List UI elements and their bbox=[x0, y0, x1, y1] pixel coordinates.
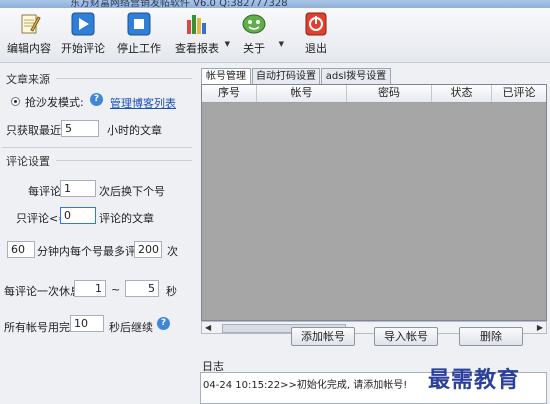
about-icon bbox=[242, 14, 266, 34]
add-account-button[interactable]: 添加帐号 bbox=[291, 327, 355, 346]
toolbar-label: 停止工作 bbox=[117, 42, 161, 55]
all-used-suffix: 秒后继续 bbox=[109, 321, 153, 334]
manage-blog-list-link[interactable]: 管理博客列表 bbox=[110, 95, 176, 111]
column-header-status[interactable]: 状态 bbox=[432, 85, 492, 102]
all-used-label: 所有帐号用完 bbox=[4, 321, 70, 334]
column-header-commented[interactable]: 已评论 bbox=[492, 85, 546, 102]
tab-adsl-settings[interactable]: adsl拨号设置 bbox=[321, 68, 391, 84]
log-line: 04-24 10:15:22>>初始化完成, 请添加帐号! bbox=[203, 380, 408, 391]
minutes-label: 分钟内每个号最多评论 bbox=[37, 245, 147, 258]
tab-accounts[interactable]: 帐号管理 bbox=[201, 68, 251, 85]
max-comments-input[interactable]: 200 bbox=[134, 241, 162, 258]
column-header-index[interactable]: 序号 bbox=[202, 85, 257, 102]
import-account-button[interactable]: 导入帐号 bbox=[374, 327, 438, 346]
exit-icon bbox=[305, 12, 327, 36]
divider bbox=[56, 160, 192, 161]
table-header: 序号 帐号 密码 状态 已评论 bbox=[202, 85, 546, 103]
accounts-table[interactable]: 序号 帐号 密码 状态 已评论 bbox=[201, 84, 547, 321]
divider bbox=[56, 78, 192, 79]
toolbar: 编辑内容 开始评论 停止工作 查看报表 ▼ 关于 ▼ 退出 bbox=[0, 8, 550, 63]
rest-unit: 秒 bbox=[166, 285, 177, 298]
only-comment-input[interactable]: 0 bbox=[60, 207, 96, 224]
chevron-down-icon[interactable]: ▼ bbox=[225, 40, 230, 48]
every-comment-input[interactable]: 1 bbox=[60, 180, 96, 197]
fetch-hours-suffix: 小时的文章 bbox=[107, 124, 162, 137]
fetch-recent-label: 只获取最近 bbox=[6, 124, 61, 137]
start-comment-button[interactable]: 开始评论 bbox=[60, 12, 106, 60]
only-comment-suffix: 评论的文章 bbox=[99, 212, 154, 225]
stop-icon bbox=[127, 12, 151, 36]
toolbar-label: 编辑内容 bbox=[7, 42, 51, 55]
all-used-input[interactable]: 10 bbox=[70, 315, 104, 332]
grab-sofa-radio[interactable] bbox=[11, 97, 20, 106]
scroll-left-icon[interactable]: ◀ bbox=[205, 323, 211, 332]
column-header-account[interactable]: 帐号 bbox=[257, 85, 347, 102]
edit-content-button[interactable]: 编辑内容 bbox=[6, 12, 52, 60]
every-comment-label: 每评论 bbox=[28, 185, 61, 198]
watermark-logo: 最需教育 bbox=[428, 367, 521, 393]
scroll-right-icon[interactable]: ▶ bbox=[537, 323, 543, 332]
grab-sofa-label: 抢沙发模式: bbox=[25, 96, 84, 109]
window-title: 东方财富网络营销发帖软件 V6.0 Q:382777328 bbox=[70, 0, 288, 8]
rest-label: 每评论一次休息 bbox=[4, 285, 81, 298]
view-report-button[interactable]: 查看报表 ▼ bbox=[174, 12, 230, 60]
right-panel: 帐号管理 自动打码设置 adsl拨号设置 序号 帐号 密码 状态 已评论 ◀ ▶… bbox=[197, 63, 550, 404]
tab-captcha-settings[interactable]: 自动打码设置 bbox=[252, 68, 320, 84]
rest-separator: ~ bbox=[111, 283, 121, 296]
delete-button[interactable]: 删除 bbox=[459, 327, 523, 346]
report-icon bbox=[187, 15, 206, 34]
toolbar-label: 关于 bbox=[243, 42, 265, 55]
settings-panel: 文章来源 抢沙发模式: ? 管理博客列表 只获取最近 5 小时的文章 评论设置 … bbox=[0, 63, 196, 404]
divider bbox=[2, 147, 192, 148]
column-header-password[interactable]: 密码 bbox=[347, 85, 432, 102]
fetch-hours-input[interactable]: 5 bbox=[61, 120, 99, 137]
source-group-title: 文章来源 bbox=[6, 73, 50, 86]
about-button[interactable]: 关于 ▼ bbox=[234, 12, 284, 60]
title-bar: 东方财富网络营销发帖软件 V6.0 Q:382777328 bbox=[0, 0, 550, 8]
help-icon[interactable]: ? bbox=[157, 317, 170, 330]
toolbar-label: 退出 bbox=[305, 42, 327, 55]
exit-button[interactable]: 退出 bbox=[296, 12, 336, 60]
toolbar-label: 查看报表 bbox=[175, 42, 219, 55]
comment-group-title: 评论设置 bbox=[6, 155, 50, 168]
max-comments-suffix: 次 bbox=[167, 245, 178, 258]
play-icon bbox=[71, 12, 95, 36]
rest-min-input[interactable]: 1 bbox=[74, 280, 106, 297]
edit-icon bbox=[21, 14, 41, 34]
every-comment-suffix: 次后换下个号 bbox=[99, 185, 165, 198]
rest-max-input[interactable]: 5 bbox=[125, 280, 159, 297]
chevron-down-icon[interactable]: ▼ bbox=[279, 40, 284, 48]
toolbar-label: 开始评论 bbox=[61, 42, 105, 55]
stop-work-button[interactable]: 停止工作 bbox=[116, 12, 162, 60]
minutes-input[interactable]: 60 bbox=[7, 241, 35, 258]
help-icon[interactable]: ? bbox=[90, 93, 103, 106]
